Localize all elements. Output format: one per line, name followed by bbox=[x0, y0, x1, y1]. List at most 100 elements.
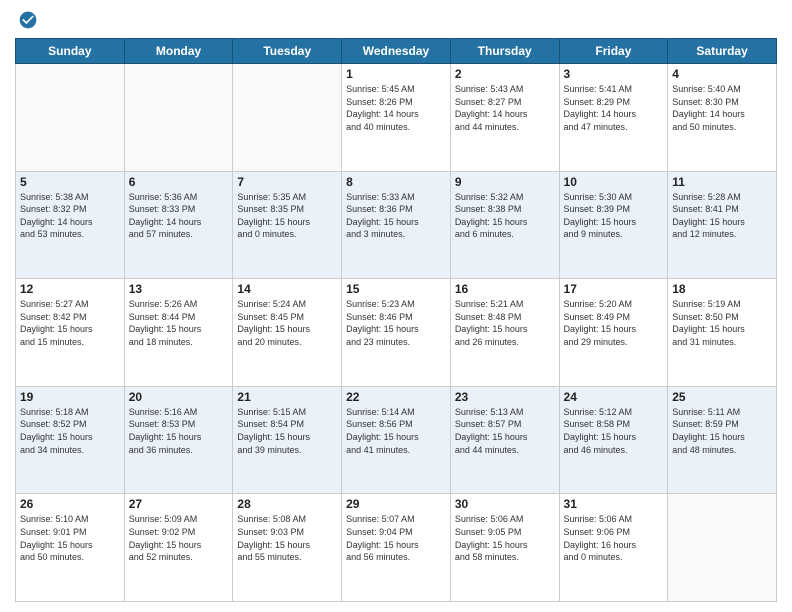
day-number: 14 bbox=[237, 282, 337, 296]
day-number: 30 bbox=[455, 497, 555, 511]
table-row: 13 Sunrise: 5:26 AM Sunset: 8:44 PM Dayli… bbox=[124, 279, 233, 387]
day-info: Sunrise: 5:28 AM Sunset: 8:41 PM Dayligh… bbox=[672, 191, 772, 241]
col-tuesday: Tuesday bbox=[233, 39, 342, 64]
table-row bbox=[124, 64, 233, 172]
header bbox=[15, 10, 777, 30]
table-row: 17 Sunrise: 5:20 AM Sunset: 8:49 PM Dayli… bbox=[559, 279, 668, 387]
day-number: 4 bbox=[672, 67, 772, 81]
day-info: Sunrise: 5:35 AM Sunset: 8:35 PM Dayligh… bbox=[237, 191, 337, 241]
table-row: 5Sunrise: 5:38 AM Sunset: 8:32 PM Daylig… bbox=[16, 171, 125, 279]
day-number: 6 bbox=[129, 175, 229, 189]
day-number: 2 bbox=[455, 67, 555, 81]
col-wednesday: Wednesday bbox=[342, 39, 451, 64]
day-number: 29 bbox=[346, 497, 446, 511]
table-row: 4 Sunrise: 5:40 AM Sunset: 8:30 PM Daylig… bbox=[668, 64, 777, 172]
table-row bbox=[233, 64, 342, 172]
col-monday: Monday bbox=[124, 39, 233, 64]
day-info: Sunrise: 5:24 AM Sunset: 8:45 PM Dayligh… bbox=[237, 298, 337, 348]
day-number: 13 bbox=[129, 282, 229, 296]
day-info: Sunrise: 5:19 AM Sunset: 8:50 PM Dayligh… bbox=[672, 298, 772, 348]
logo-icon bbox=[18, 10, 38, 30]
day-info: Sunrise: 5:43 AM Sunset: 8:27 PM Dayligh… bbox=[455, 83, 555, 133]
day-info: Sunrise: 5:20 AM Sunset: 8:49 PM Dayligh… bbox=[564, 298, 664, 348]
day-number: 31 bbox=[564, 497, 664, 511]
table-row: 12 Sunrise: 5:27 AM Sunset: 8:42 PM Dayli… bbox=[16, 279, 125, 387]
table-row: 6 Sunrise: 5:36 AM Sunset: 8:33 PM Daylig… bbox=[124, 171, 233, 279]
day-number: 25 bbox=[672, 390, 772, 404]
day-info: Sunrise: 5:40 AM Sunset: 8:30 PM Dayligh… bbox=[672, 83, 772, 133]
table-row: 21Sunrise: 5:15 AM Sunset: 8:54 PM Dayli… bbox=[233, 386, 342, 494]
day-info: Sunrise: 5:08 AM Sunset: 9:03 PM Dayligh… bbox=[237, 513, 337, 563]
page: Sunday Monday Tuesday Wednesday Thursday… bbox=[0, 0, 792, 612]
table-row: 1 Sunrise: 5:45 AM Sunset: 8:26 PM Daylig… bbox=[342, 64, 451, 172]
day-info: Sunrise: 5:21 AM Sunset: 8:48 PM Dayligh… bbox=[455, 298, 555, 348]
day-number: 17 bbox=[564, 282, 664, 296]
day-number: 24 bbox=[564, 390, 664, 404]
day-number: 1 bbox=[346, 67, 446, 81]
day-info: Sunrise: 5:30 AM Sunset: 8:39 PM Dayligh… bbox=[564, 191, 664, 241]
calendar-week-row: 19 Sunrise: 5:18 AM Sunset: 8:52 PM Dayli… bbox=[16, 386, 777, 494]
day-info: Sunrise: 5:36 AM Sunset: 8:33 PM Dayligh… bbox=[129, 191, 229, 241]
day-number: 16 bbox=[455, 282, 555, 296]
day-info: Sunrise: 5:06 AM Sunset: 9:05 PM Dayligh… bbox=[455, 513, 555, 563]
day-info: Sunrise: 5:16 AM Sunset: 8:53 PM Dayligh… bbox=[129, 406, 229, 456]
day-info: Sunrise: 5:32 AM Sunset: 8:38 PM Dayligh… bbox=[455, 191, 555, 241]
day-number: 23 bbox=[455, 390, 555, 404]
col-saturday: Saturday bbox=[668, 39, 777, 64]
day-number: 9 bbox=[455, 175, 555, 189]
day-number: 10 bbox=[564, 175, 664, 189]
day-number: 5 bbox=[20, 175, 120, 189]
table-row: 8 Sunrise: 5:33 AM Sunset: 8:36 PM Daylig… bbox=[342, 171, 451, 279]
table-row: 11 Sunrise: 5:28 AM Sunset: 8:41 PM Dayli… bbox=[668, 171, 777, 279]
day-number: 8 bbox=[346, 175, 446, 189]
table-row: 24 Sunrise: 5:12 AM Sunset: 8:58 PM Dayli… bbox=[559, 386, 668, 494]
table-row: 19 Sunrise: 5:18 AM Sunset: 8:52 PM Dayli… bbox=[16, 386, 125, 494]
day-info: Sunrise: 5:33 AM Sunset: 8:36 PM Dayligh… bbox=[346, 191, 446, 241]
day-info: Sunrise: 5:12 AM Sunset: 8:58 PM Dayligh… bbox=[564, 406, 664, 456]
table-row: 27Sunrise: 5:09 AM Sunset: 9:02 PM Dayli… bbox=[124, 494, 233, 602]
day-number: 11 bbox=[672, 175, 772, 189]
day-info: Sunrise: 5:45 AM Sunset: 8:26 PM Dayligh… bbox=[346, 83, 446, 133]
table-row: 29 Sunrise: 5:07 AM Sunset: 9:04 PM Dayli… bbox=[342, 494, 451, 602]
day-number: 12 bbox=[20, 282, 120, 296]
table-row bbox=[16, 64, 125, 172]
calendar-header-row: Sunday Monday Tuesday Wednesday Thursday… bbox=[16, 39, 777, 64]
day-info: Sunrise: 5:15 AM Sunset: 8:54 PM Dayligh… bbox=[237, 406, 337, 456]
table-row: 14 Sunrise: 5:24 AM Sunset: 8:45 PM Dayli… bbox=[233, 279, 342, 387]
day-info: Sunrise: 5:10 AM Sunset: 9:01 PM Dayligh… bbox=[20, 513, 120, 563]
table-row: 2 Sunrise: 5:43 AM Sunset: 8:27 PM Daylig… bbox=[450, 64, 559, 172]
logo bbox=[15, 10, 38, 30]
day-number: 3 bbox=[564, 67, 664, 81]
table-row: 10 Sunrise: 5:30 AM Sunset: 8:39 PM Dayli… bbox=[559, 171, 668, 279]
table-row: 30 Sunrise: 5:06 AM Sunset: 9:05 PM Dayli… bbox=[450, 494, 559, 602]
table-row: 9 Sunrise: 5:32 AM Sunset: 8:38 PM Daylig… bbox=[450, 171, 559, 279]
day-number: 18 bbox=[672, 282, 772, 296]
table-row: 7Sunrise: 5:35 AM Sunset: 8:35 PM Daylig… bbox=[233, 171, 342, 279]
calendar-week-row: 26 Sunrise: 5:10 AM Sunset: 9:01 PM Dayli… bbox=[16, 494, 777, 602]
day-number: 28 bbox=[237, 497, 337, 511]
table-row: 28 Sunrise: 5:08 AM Sunset: 9:03 PM Dayli… bbox=[233, 494, 342, 602]
day-info: Sunrise: 5:41 AM Sunset: 8:29 PM Dayligh… bbox=[564, 83, 664, 133]
calendar-week-row: 12 Sunrise: 5:27 AM Sunset: 8:42 PM Dayli… bbox=[16, 279, 777, 387]
table-row: 20 Sunrise: 5:16 AM Sunset: 8:53 PM Dayli… bbox=[124, 386, 233, 494]
calendar-week-row: 1 Sunrise: 5:45 AM Sunset: 8:26 PM Daylig… bbox=[16, 64, 777, 172]
table-row: 15 Sunrise: 5:23 AM Sunset: 8:46 PM Dayli… bbox=[342, 279, 451, 387]
day-info: Sunrise: 5:09 AM Sunset: 9:02 PM Dayligh… bbox=[129, 513, 229, 563]
table-row: 25Sunrise: 5:11 AM Sunset: 8:59 PM Dayli… bbox=[668, 386, 777, 494]
day-info: Sunrise: 5:26 AM Sunset: 8:44 PM Dayligh… bbox=[129, 298, 229, 348]
table-row: 26 Sunrise: 5:10 AM Sunset: 9:01 PM Dayli… bbox=[16, 494, 125, 602]
day-number: 15 bbox=[346, 282, 446, 296]
table-row: 18 Sunrise: 5:19 AM Sunset: 8:50 PM Dayli… bbox=[668, 279, 777, 387]
day-info: Sunrise: 5:14 AM Sunset: 8:56 PM Dayligh… bbox=[346, 406, 446, 456]
day-info: Sunrise: 5:27 AM Sunset: 8:42 PM Dayligh… bbox=[20, 298, 120, 348]
col-friday: Friday bbox=[559, 39, 668, 64]
day-number: 20 bbox=[129, 390, 229, 404]
calendar-table: Sunday Monday Tuesday Wednesday Thursday… bbox=[15, 38, 777, 602]
day-info: Sunrise: 5:13 AM Sunset: 8:57 PM Dayligh… bbox=[455, 406, 555, 456]
day-info: Sunrise: 5:07 AM Sunset: 9:04 PM Dayligh… bbox=[346, 513, 446, 563]
day-number: 26 bbox=[20, 497, 120, 511]
day-info: Sunrise: 5:06 AM Sunset: 9:06 PM Dayligh… bbox=[564, 513, 664, 563]
day-info: Sunrise: 5:18 AM Sunset: 8:52 PM Dayligh… bbox=[20, 406, 120, 456]
day-number: 19 bbox=[20, 390, 120, 404]
day-info: Sunrise: 5:23 AM Sunset: 8:46 PM Dayligh… bbox=[346, 298, 446, 348]
